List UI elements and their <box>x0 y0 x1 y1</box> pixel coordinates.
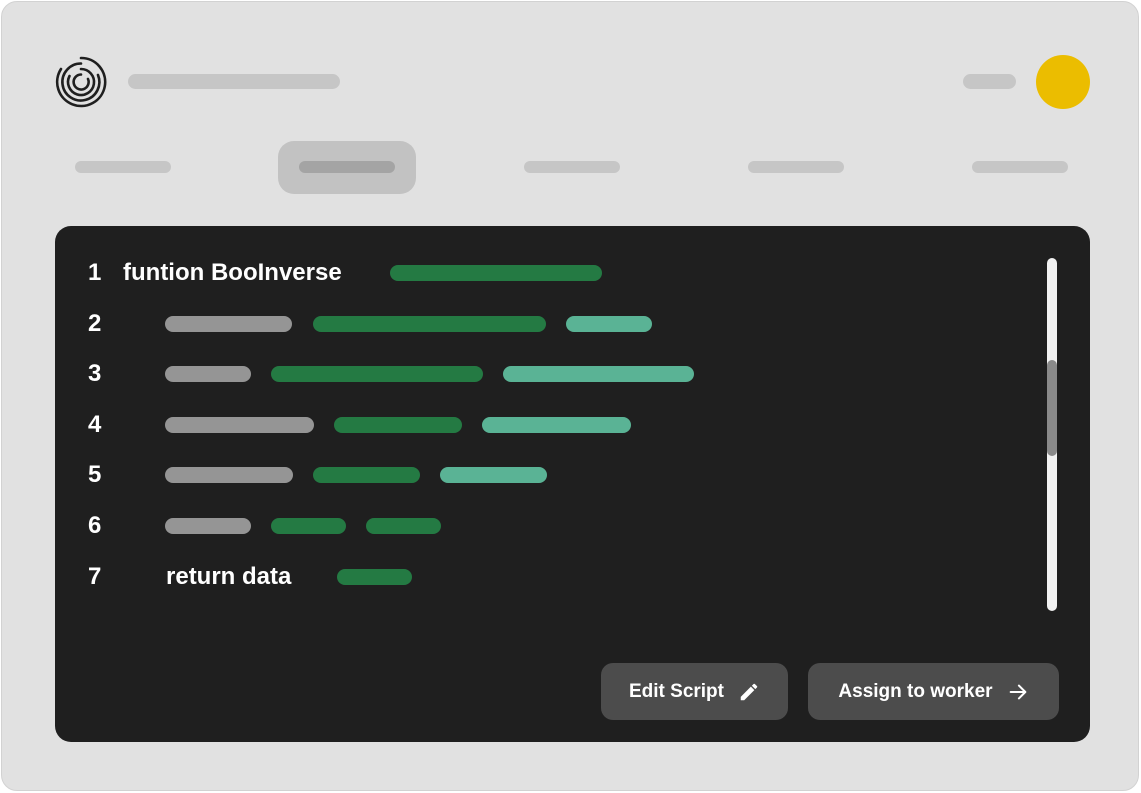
code-token <box>482 417 631 433</box>
arrow-right-icon <box>1009 684 1026 699</box>
code-token <box>337 569 412 585</box>
scrollbar-thumb[interactable] <box>1047 360 1057 456</box>
line-number: 4 <box>88 411 102 438</box>
code-editor[interactable]: 1 funtion BooInverse 2 3 4 5 6 7 return … <box>55 226 1090 742</box>
code-token <box>366 518 441 534</box>
vertical-scrollbar[interactable] <box>1047 258 1057 611</box>
code-line: 3 <box>55 357 1015 391</box>
code-line: 7 return data <box>55 560 1015 594</box>
header-menu-placeholder[interactable] <box>963 74 1016 89</box>
code-token <box>503 366 694 382</box>
app-window: 1 funtion BooInverse 2 3 4 5 6 7 return … <box>1 1 1139 791</box>
line-number: 6 <box>88 512 102 539</box>
code-token <box>313 467 420 483</box>
tab-5[interactable] <box>971 141 1069 194</box>
tab-2-active[interactable] <box>278 141 416 194</box>
code-text: funtion BooInverse <box>123 259 342 286</box>
assign-to-worker-button[interactable]: Assign to worker <box>808 663 1059 720</box>
code-token <box>271 366 483 382</box>
code-line: 1 funtion BooInverse <box>55 256 1015 290</box>
code-token <box>165 518 251 534</box>
code-token <box>566 316 652 332</box>
tab-1[interactable] <box>75 141 173 194</box>
line-number: 5 <box>88 461 102 488</box>
code-line: 2 <box>55 307 1015 341</box>
line-number: 2 <box>88 310 102 337</box>
tab-3[interactable] <box>523 141 621 194</box>
tab-label-placeholder <box>748 161 844 173</box>
line-number: 7 <box>88 563 102 590</box>
app-title-placeholder <box>128 74 340 89</box>
code-line: 5 <box>55 458 1015 492</box>
code-token <box>165 316 292 332</box>
pencil-icon <box>740 683 758 700</box>
code-line: 4 <box>55 408 1015 442</box>
code-text: return data <box>166 563 292 590</box>
line-number: 3 <box>88 360 102 387</box>
tab-label-placeholder <box>75 161 171 173</box>
line-number: 1 <box>88 259 102 286</box>
edit-script-label: Edit Script <box>628 680 724 702</box>
code-token <box>165 417 314 433</box>
tab-label-placeholder <box>299 161 395 173</box>
code-line: 6 <box>55 509 1015 543</box>
code-token <box>390 265 602 281</box>
tab-label-placeholder <box>524 161 620 173</box>
code-token <box>271 518 346 534</box>
code-token <box>440 467 547 483</box>
assign-to-worker-label: Assign to worker <box>838 680 993 702</box>
tab-label-placeholder <box>972 161 1068 173</box>
code-token <box>313 316 546 332</box>
code-token <box>334 417 462 433</box>
logo-icon <box>55 56 107 108</box>
avatar[interactable] <box>1036 55 1090 109</box>
tab-4[interactable] <box>747 141 845 194</box>
edit-script-button[interactable]: Edit Script <box>601 663 788 720</box>
code-token <box>165 366 251 382</box>
code-token <box>165 467 293 483</box>
